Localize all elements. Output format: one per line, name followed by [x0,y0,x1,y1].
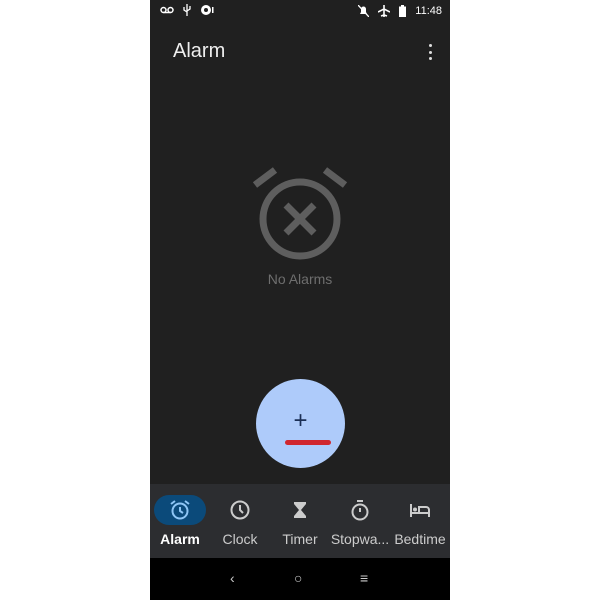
tab-label: Timer [282,531,318,547]
tab-bedtime[interactable]: Bedtime [390,484,450,558]
home-button[interactable]: ○ [294,570,302,586]
focus-underline [285,440,331,445]
bed-icon [410,504,430,517]
tab-clock[interactable]: Clock [210,484,270,558]
stopwatch-icon [351,500,369,521]
battery-icon [399,5,407,17]
system-navigation-bar: ‹ ○ ≡ [150,558,450,600]
tab-label: Stopwa... [330,531,390,547]
phone-screen: 11:48 Alarm No Alarms + Alarm Clock Time… [150,0,450,600]
more-options-button[interactable] [424,42,436,62]
tab-label: Clock [222,531,258,547]
alarm-off-icon [252,167,348,260]
notifications-off-icon [358,5,370,17]
add-alarm-button[interactable]: + [256,379,345,468]
back-button[interactable]: ‹ [230,570,235,586]
status-bar: 11:48 [150,0,450,24]
bottom-navigation: Alarm Clock Timer Stopwa... Bedtime [150,484,450,558]
voicemail-icon [160,6,174,14]
tab-label: Bedtime [394,531,446,547]
tab-alarm[interactable]: Alarm [150,484,210,558]
more-vert-icon [428,44,432,47]
tab-stopwatch[interactable]: Stopwa... [330,484,390,558]
airplane-icon [378,5,391,17]
empty-state-text: No Alarms [267,271,333,287]
tab-timer[interactable]: Timer [270,484,330,558]
tab-label: Alarm [160,531,200,547]
clock-icon [230,500,250,520]
hourglass-icon [294,502,306,518]
page-title: Alarm [173,40,226,62]
recents-button[interactable]: ≡ [360,570,368,586]
add-icon: + [293,407,308,434]
sync-icon [201,5,214,15]
usb-icon [183,4,191,16]
status-time: 11:48 [415,5,442,17]
alarm-icon [170,500,190,520]
